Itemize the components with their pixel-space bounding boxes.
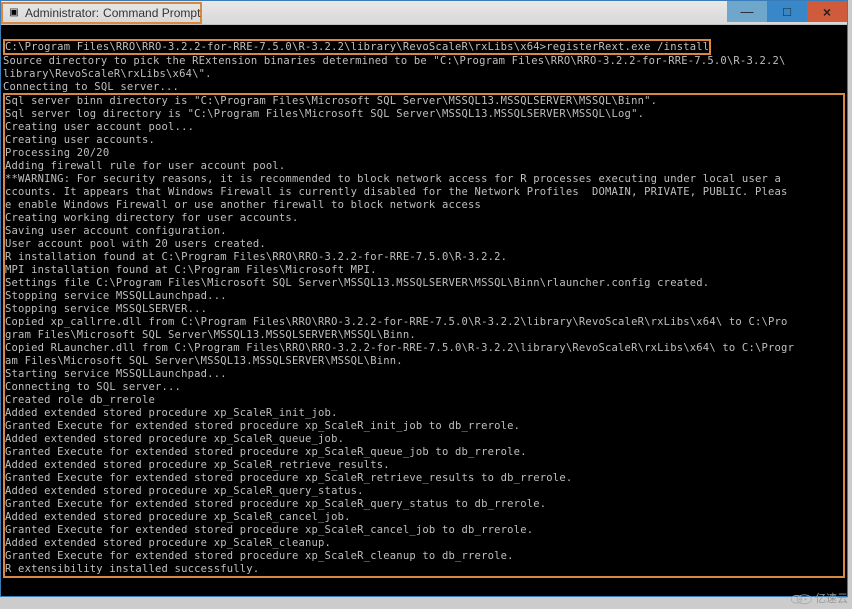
watermark-icon xyxy=(790,591,812,605)
console-area[interactable]: C:\Program Files\RRO\RRO-3.2.2-for-RRE-7… xyxy=(1,25,847,596)
maximize-button[interactable]: □ xyxy=(767,1,807,22)
highlighted-command-line: C:\Program Files\RRO\RRO-3.2.2-for-RRE-7… xyxy=(3,39,711,55)
titlebar[interactable]: ▣ Administrator: Command Prompt — □ × xyxy=(1,1,847,25)
command-prompt-window: ▣ Administrator: Command Prompt — □ × C:… xyxy=(0,0,848,597)
window-title-prefix: Administrator: xyxy=(25,6,99,20)
console-output-highlighted-box: Sql server binn directory is "C:\Program… xyxy=(3,93,845,578)
window-title-app: Command Prompt xyxy=(103,6,200,20)
watermark-text: 亿速云 xyxy=(815,590,848,606)
window-controls: — □ × xyxy=(727,1,847,22)
cmd-icon: ▣ xyxy=(7,6,21,20)
minimize-button[interactable]: — xyxy=(727,1,767,22)
close-button[interactable]: × xyxy=(807,1,847,22)
title-section: ▣ Administrator: Command Prompt xyxy=(1,2,202,24)
console-output-top: Source directory to pick the RExtension … xyxy=(3,55,845,94)
watermark: 亿速云 xyxy=(790,590,848,606)
